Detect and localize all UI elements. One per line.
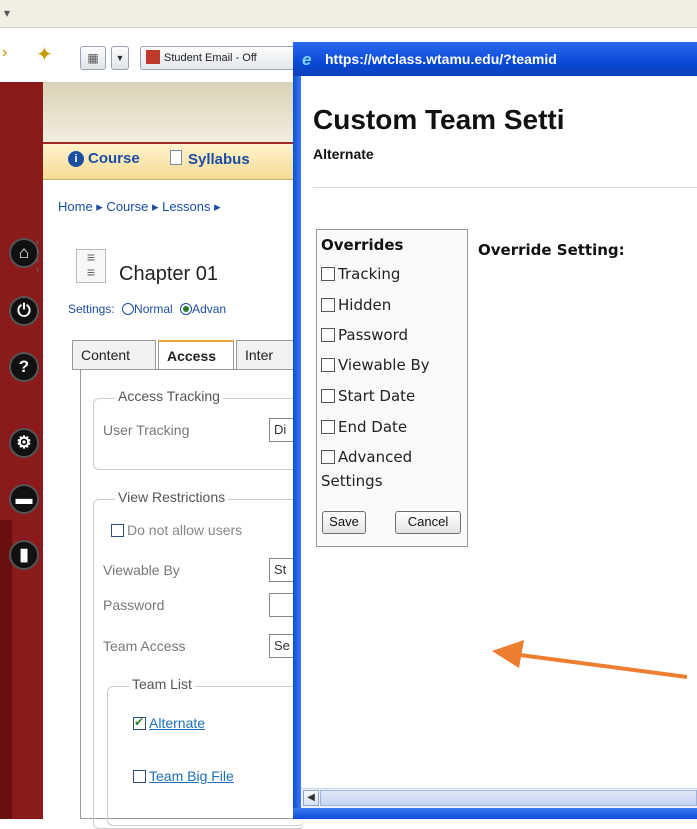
arrow-shaft <box>519 653 688 679</box>
annotation-arrow <box>492 640 688 679</box>
arrow-head <box>492 640 524 668</box>
